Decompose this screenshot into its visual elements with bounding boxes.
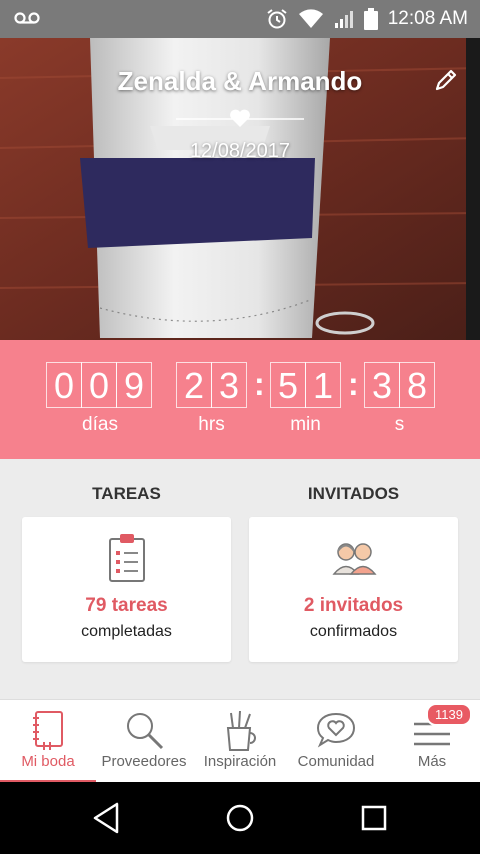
minutes-digit: 5 xyxy=(270,362,306,408)
nav-label: Mi boda xyxy=(21,753,75,770)
nav-item-comunidad[interactable]: Comunidad xyxy=(288,700,384,783)
nav-item-inspiracion[interactable]: Inspiración xyxy=(192,700,288,783)
chat-heart-icon xyxy=(316,712,356,748)
minutes-digits: 5 1 xyxy=(270,362,341,408)
alarm-icon xyxy=(267,9,287,29)
recent-apps-icon[interactable] xyxy=(356,800,392,836)
status-time: 12:08 AM xyxy=(387,8,468,29)
nav-label: Inspiración xyxy=(203,753,277,770)
tasks-card[interactable]: 79 tareas completadas xyxy=(22,517,231,662)
bottom-navigation: Mi boda Proveedores Inspiración Comunida… xyxy=(0,699,480,783)
heart-divider-icon xyxy=(176,109,304,127)
wedding-countdown: 0 0 9 días 2 3 hrs : 5 1 min : 3 8 s xyxy=(0,340,480,459)
guests-couple-icon xyxy=(331,543,377,575)
nav-label: Más xyxy=(417,753,447,770)
status-bar: 12:08 AM xyxy=(0,0,480,38)
time-separator: : xyxy=(254,366,265,402)
guests-sub: confirmados xyxy=(309,623,398,640)
guests-count: 2 invitados xyxy=(303,595,404,616)
hours-label: hrs xyxy=(198,414,225,435)
home-icon[interactable] xyxy=(222,800,258,836)
seconds-digits: 3 8 xyxy=(364,362,435,408)
days-digit: 0 xyxy=(81,362,117,408)
notification-badge: 1139 xyxy=(426,703,472,726)
couple-names: Zenalda & Armando xyxy=(117,66,363,96)
clipboard-checklist-icon xyxy=(108,534,145,582)
notebook-icon xyxy=(33,711,63,750)
voicemail-icon xyxy=(14,12,40,24)
system-navigation-bar xyxy=(0,782,480,854)
minutes-digit: 1 xyxy=(305,362,341,408)
tasks-sub: completadas xyxy=(81,623,172,640)
wifi-icon xyxy=(298,9,323,28)
tasks-section-title: TAREAS xyxy=(92,484,161,503)
pencil-cup-icon xyxy=(226,710,256,751)
days-digit: 9 xyxy=(116,362,152,408)
hours-digits: 2 3 xyxy=(176,362,247,408)
nav-label: Comunidad xyxy=(297,753,375,770)
seconds-digit: 8 xyxy=(399,362,435,408)
guests-card[interactable]: 2 invitados confirmados xyxy=(249,517,458,662)
hours-digit: 2 xyxy=(176,362,212,408)
seconds-label: s xyxy=(394,414,405,435)
tasks-count: 79 tareas xyxy=(85,595,168,616)
days-label: días xyxy=(82,414,118,435)
cover-photo[interactable]: Zenalda & Armando 12/08/2017 xyxy=(0,38,480,340)
days-digit: 0 xyxy=(46,362,82,408)
seconds-digit: 3 xyxy=(364,362,400,408)
nav-label: Proveedores xyxy=(101,753,187,770)
nav-item-mi-boda[interactable]: Mi boda xyxy=(0,700,96,783)
time-separator: : xyxy=(348,366,359,402)
signal-icon xyxy=(334,11,353,28)
guests-section-title: INVITADOS xyxy=(307,484,400,503)
back-icon[interactable] xyxy=(89,800,125,836)
nav-item-proveedores[interactable]: Proveedores xyxy=(96,700,192,783)
days-digits: 0 0 9 xyxy=(46,362,152,408)
edit-pencil-icon[interactable] xyxy=(432,66,460,94)
minutes-label: min xyxy=(290,414,321,435)
search-icon xyxy=(127,713,164,750)
wedding-date: 12/08/2017 xyxy=(189,140,291,162)
nav-item-mas[interactable]: 1139 Más xyxy=(384,700,480,783)
hours-digit: 3 xyxy=(211,362,247,408)
battery-icon xyxy=(363,8,378,30)
